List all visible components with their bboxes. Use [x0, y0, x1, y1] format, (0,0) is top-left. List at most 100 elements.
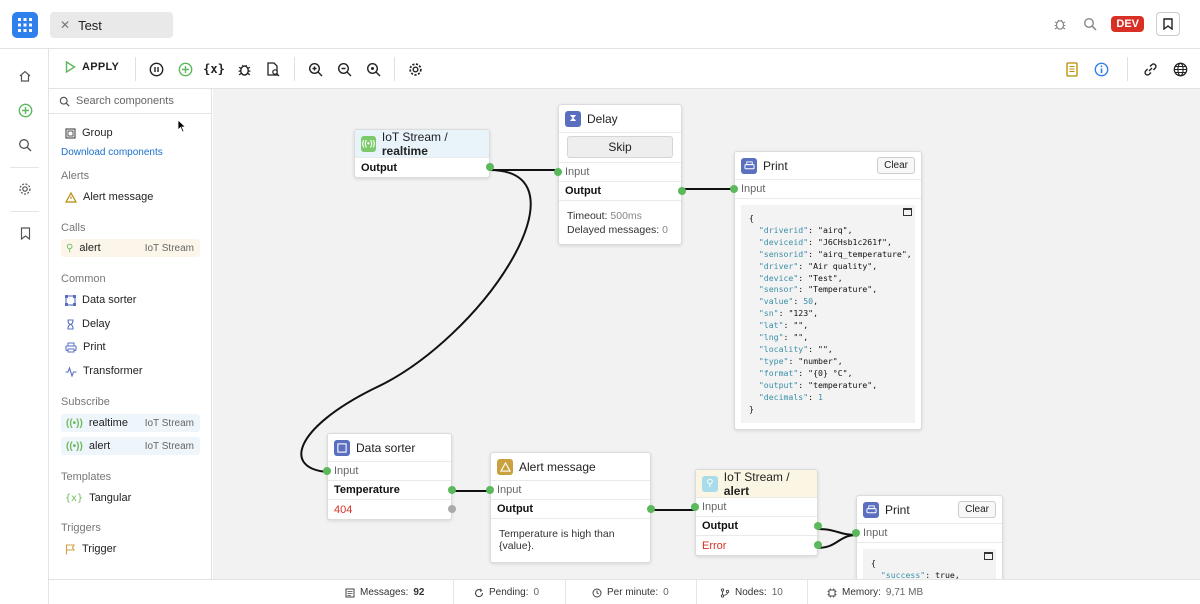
settings-gear-icon[interactable]	[405, 59, 425, 79]
port-output[interactable]: Output	[355, 158, 494, 177]
input-connector[interactable]	[323, 467, 331, 475]
node-data-sorter[interactable]: Data sorter Input Temperature 404	[323, 433, 456, 520]
node-iot-realtime[interactable]: ((•)) IoT Stream / realtime Output	[354, 129, 494, 178]
input-connector[interactable]	[486, 486, 494, 494]
skip-button[interactable]: Skip	[567, 136, 673, 158]
component-transformer[interactable]: Transformer	[65, 362, 205, 380]
component-delay[interactable]: Delay	[65, 315, 205, 333]
output-connector[interactable]	[678, 187, 686, 195]
bookmark-icon[interactable]	[15, 223, 35, 243]
clear-button[interactable]: Clear	[958, 501, 996, 518]
apply-button[interactable]: APPLY	[65, 61, 119, 73]
output-connector[interactable]	[448, 505, 456, 513]
variables-icon[interactable]: {x}	[203, 59, 225, 79]
stream-icon: ((•))	[361, 135, 376, 152]
node-iot-alert[interactable]: ⚲ IoT Stream / alert Input Output Error	[691, 469, 822, 556]
expand-icon[interactable]	[984, 552, 993, 560]
document-search-icon[interactable]	[263, 59, 283, 79]
component-print[interactable]: Print	[65, 338, 205, 356]
port-input[interactable]: Input	[852, 524, 1002, 543]
node-delay[interactable]: ⧗ Delay Skip Input Output Timeout: 500ms…	[554, 104, 686, 245]
left-rail	[0, 49, 49, 604]
status-nodes: Nodes: 10	[720, 580, 783, 604]
search-icon[interactable]	[15, 135, 35, 155]
input-connector[interactable]	[852, 529, 860, 537]
status-per-minute: Per minute: 0	[592, 580, 669, 604]
flow-canvas[interactable]: ((•)) IoT Stream / realtime Output ⧗ Del…	[213, 89, 1200, 579]
expand-icon[interactable]	[903, 208, 912, 216]
data-sorter-icon	[65, 294, 76, 306]
input-connector[interactable]	[691, 503, 699, 511]
port-output[interactable]: Output	[559, 182, 686, 201]
node-title: IoT Stream / realtime	[382, 130, 489, 158]
bookmark-button[interactable]	[1156, 12, 1180, 36]
node-print-1[interactable]: Print Clear Input { "driverid": "airq", …	[730, 151, 922, 431]
download-components-link[interactable]: Download components	[61, 147, 163, 158]
info-icon[interactable]	[1091, 59, 1111, 79]
port-label: 404	[334, 503, 353, 516]
search-icon[interactable]	[1081, 15, 1099, 33]
component-sub-realtime[interactable]: ((•)) realtime IoT Stream	[61, 414, 200, 432]
timeout-label: Timeout:	[567, 210, 608, 222]
gear-icon[interactable]	[15, 179, 35, 199]
clear-button[interactable]: Clear	[877, 157, 915, 174]
input-connector[interactable]	[554, 168, 562, 176]
port-output[interactable]: Output	[491, 500, 655, 519]
search-icon	[59, 96, 70, 107]
output-connector[interactable]	[814, 522, 822, 530]
json-value: "123"	[788, 308, 814, 319]
port-input[interactable]: Input	[730, 180, 921, 199]
zoom-reset-icon[interactable]	[363, 59, 383, 79]
json-key: "output"	[758, 379, 799, 390]
zoom-out-icon[interactable]	[334, 59, 354, 79]
hourglass-icon: ⧗	[565, 110, 581, 127]
zoom-in-icon[interactable]	[305, 59, 325, 79]
apps-grid-button[interactable]	[12, 12, 38, 38]
debug-bug-icon[interactable]	[234, 59, 254, 79]
add-circle-icon[interactable]	[15, 100, 35, 120]
component-tangular[interactable]: {x} Tangular	[65, 489, 205, 507]
port-error[interactable]: Error	[696, 536, 822, 555]
globe-icon[interactable]	[1170, 59, 1190, 79]
home-icon[interactable]	[15, 66, 35, 86]
component-data-sorter[interactable]: Data sorter	[65, 291, 205, 309]
pause-icon[interactable]	[146, 59, 166, 79]
port-temperature[interactable]: Temperature	[328, 481, 456, 500]
port-input[interactable]: Input	[323, 462, 451, 481]
close-tab-icon[interactable]: ✕	[60, 18, 70, 32]
search-components-input[interactable]: Search components	[49, 89, 212, 114]
json-key: "format"	[758, 367, 799, 378]
bug-icon[interactable]	[1051, 15, 1069, 33]
status-pending: Pending: 0	[474, 580, 539, 604]
messages-icon	[345, 588, 355, 597]
tab-test[interactable]: ✕ Test	[50, 12, 173, 38]
component-alert-message[interactable]: Alert message	[65, 188, 205, 206]
port-output[interactable]: Output	[696, 517, 822, 536]
json-value: "Air quality"	[808, 260, 873, 271]
json-output-preview: { "driverid": "airq", "deviceid": "J6CHs…	[741, 205, 915, 424]
component-call-alert[interactable]: ⚲ alert IoT Stream	[61, 239, 200, 257]
component-trigger[interactable]: Trigger	[65, 540, 205, 558]
component-sub-realtime-tag: IoT Stream	[144, 417, 194, 429]
port-input[interactable]: Input	[691, 498, 817, 517]
link-icon[interactable]	[1140, 59, 1160, 79]
component-alert-message-label: Alert message	[83, 191, 154, 203]
component-sub-alert[interactable]: ((•)) alert IoT Stream	[61, 437, 200, 455]
grid-icon	[18, 18, 32, 32]
output-connector[interactable]	[448, 486, 456, 494]
node-alert-message[interactable]: Alert message Input Output Temperature i…	[486, 452, 655, 563]
port-404[interactable]: 404	[328, 500, 456, 519]
components-sidebar: Search components Group Download compone…	[49, 89, 212, 579]
port-input[interactable]: Input	[554, 163, 681, 182]
output-connector[interactable]	[814, 541, 822, 549]
output-connector[interactable]	[486, 163, 494, 171]
output-connector[interactable]	[647, 505, 655, 513]
add-component-icon[interactable]	[175, 59, 195, 79]
input-connector[interactable]	[730, 185, 738, 193]
component-group-label: Group	[82, 127, 113, 139]
node-print-2[interactable]: Print Clear Input { "success": true,	[852, 495, 1003, 579]
port-input[interactable]: Input	[486, 481, 650, 500]
port-label: Input	[702, 501, 727, 513]
notes-book-icon[interactable]	[1062, 59, 1082, 79]
node-title: Delay	[587, 111, 618, 126]
